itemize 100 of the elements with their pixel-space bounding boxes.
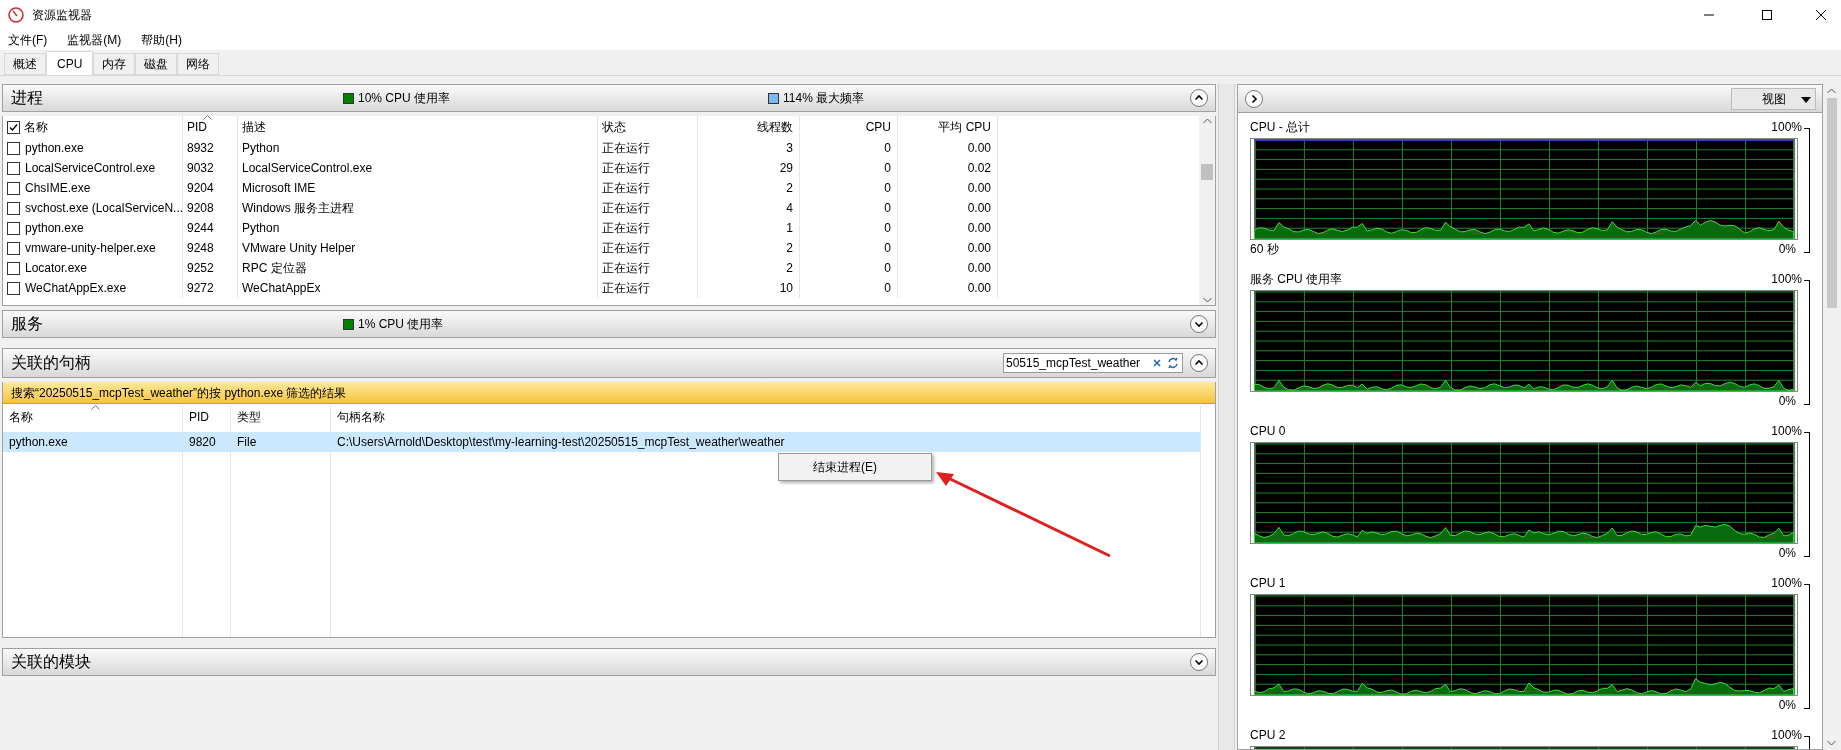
sort-caret-icon <box>203 115 212 120</box>
indicator-label: 1% CPU 使用率 <box>358 316 444 333</box>
table-cell-text: 正在运行 <box>602 140 650 157</box>
checkbox[interactable] <box>7 281 20 295</box>
section-header[interactable]: 服务 1% CPU 使用率 <box>2 310 1216 338</box>
axis-label: 100% <box>1771 423 1802 440</box>
section-header[interactable]: 关联的模块 <box>2 648 1216 676</box>
table-cell-text: RPC 定位器 <box>242 260 307 277</box>
tab[interactable]: 网络 <box>177 53 220 75</box>
graph-title: CPU 1 <box>1250 575 1286 592</box>
checkbox[interactable] <box>7 261 20 275</box>
column-header[interactable]: 线程数 <box>757 118 793 136</box>
table-cell-text: Microsoft IME <box>242 180 316 197</box>
collapse-icon[interactable] <box>1189 88 1209 108</box>
menu-item[interactable]: 文件(F) <box>4 31 52 49</box>
tab[interactable]: 概述 <box>4 53 46 75</box>
checkbox[interactable] <box>7 241 20 255</box>
column-header[interactable]: 平均 CPU <box>938 118 991 136</box>
tab[interactable]: 磁盘 <box>135 53 178 75</box>
close-icon[interactable] <box>1815 9 1827 21</box>
scroll-thumb[interactable] <box>1826 98 1837 308</box>
menu-item[interactable]: 帮助(H) <box>137 31 186 49</box>
column-header[interactable]: PID <box>187 118 207 136</box>
column-header[interactable]: 句柄名称 <box>337 408 385 426</box>
table-cell-text: 0 <box>884 240 891 257</box>
expand-icon[interactable] <box>1189 314 1209 334</box>
table-cell-text: 正在运行 <box>602 280 650 297</box>
graph-title: CPU 2 <box>1250 727 1286 744</box>
axis-label: 0% <box>1778 697 1796 714</box>
table-cell-text: 正在运行 <box>602 200 650 217</box>
table-cell-text: 0.02 <box>967 160 991 177</box>
table-cell-text: 0.00 <box>967 260 991 277</box>
checkbox[interactable] <box>7 161 20 175</box>
clear-icon[interactable] <box>1152 358 1162 368</box>
table-cell-text: 8932 <box>187 140 214 157</box>
tab[interactable]: CPU <box>46 51 94 75</box>
column-header[interactable]: 类型 <box>237 408 261 426</box>
table-cell-text: 29 <box>779 160 793 177</box>
checkbox[interactable] <box>7 181 20 195</box>
view-button[interactable]: 视图 <box>1731 87 1816 110</box>
table-cell-text: WeChatAppEx <box>242 280 321 297</box>
table-cell-text: 0 <box>884 260 891 277</box>
tab[interactable]: 内存 <box>93 53 136 75</box>
table-cell-text: 2 <box>786 180 793 197</box>
table-cell-text: 0.00 <box>967 200 991 217</box>
table-cell-text: 9208 <box>187 200 214 217</box>
table-cell-text: Locator.exe <box>25 260 88 277</box>
table-cell-text: 9248 <box>187 240 214 257</box>
checkbox[interactable] <box>7 221 20 235</box>
axis-label: 100% <box>1771 271 1802 288</box>
table-cell-text: 0 <box>884 160 891 177</box>
menu-item[interactable]: 结束进程(E) <box>779 456 931 478</box>
maximize-icon[interactable] <box>1761 9 1773 21</box>
column-header[interactable]: 名称 <box>9 408 33 426</box>
table-cell-text: Python <box>242 220 280 237</box>
column-header[interactable]: 状态 <box>602 118 626 136</box>
app-icon <box>8 7 24 23</box>
expand-icon[interactable] <box>1189 652 1209 672</box>
indicator-label: 114% 最大频率 <box>783 90 865 107</box>
sort-caret-icon <box>91 405 100 410</box>
menu-item[interactable]: 监视器(M) <box>63 31 126 49</box>
axis-label: 100% <box>1771 575 1802 592</box>
column-header[interactable]: 描述 <box>242 118 266 136</box>
table-row[interactable]: python.exe 9820 File C:\Users\Arnold\Desktop\test\my-learning-test\20250515_mcpTest_weather\weather <box>3 432 1201 452</box>
table-cell-text: C:\Users\Arnold\Desktop\test\my-learning-test\20250515_mcpTest_weather\weather <box>337 434 785 451</box>
checkbox[interactable] <box>7 141 20 155</box>
column-header[interactable]: 名称 <box>24 118 48 136</box>
search-field[interactable]: 50515_mcpTest_weather <box>1003 353 1183 373</box>
graph-title: CPU 0 <box>1250 423 1286 440</box>
collapse-icon[interactable] <box>1189 353 1209 373</box>
scrollbar[interactable] <box>1199 116 1215 305</box>
table-cell-text: LocalServiceControl.exe <box>242 160 373 177</box>
expand-icon[interactable] <box>1244 88 1264 109</box>
table-cell-text: vmware-unity-helper.exe <box>25 240 156 257</box>
table-cell-text: Python <box>242 140 280 157</box>
scroll-thumb[interactable] <box>1201 164 1213 180</box>
column-header[interactable]: CPU <box>865 118 891 136</box>
table-cell-text: 0 <box>884 280 891 297</box>
axis-label: 100% <box>1771 119 1802 136</box>
scrollbar[interactable] <box>1218 84 1235 750</box>
axis-label: 100% <box>1771 727 1802 744</box>
table-cell-text: 0.00 <box>967 240 991 257</box>
section-header[interactable]: 关联的句柄 50515_mcpTest_weather <box>2 348 1216 378</box>
checkbox[interactable] <box>7 201 20 215</box>
table-cell-text: svchost.exe (LocalServiceN... <box>25 200 184 217</box>
table-cell-text: 9252 <box>187 260 214 277</box>
table-cell-text: 0.00 <box>967 220 991 237</box>
table-cell-text: 9204 <box>187 180 214 197</box>
table-cell-text: 2 <box>786 260 793 277</box>
checkbox[interactable] <box>7 120 20 134</box>
table-cell-text: 9820 <box>189 434 216 451</box>
column-header[interactable]: PID <box>189 408 209 426</box>
table-cell-text: ChsIME.exe <box>25 180 91 197</box>
refresh-icon[interactable] <box>1166 356 1180 370</box>
section-header[interactable]: 进程 10% CPU 使用率 114% 最大频率 <box>2 84 1216 112</box>
table-cell-text: 正在运行 <box>602 240 650 257</box>
table-cell-text: python.exe <box>25 140 84 157</box>
axis-label: 0% <box>1778 241 1796 258</box>
table-cell-text: 1 <box>786 220 793 237</box>
table-cell-text: 4 <box>786 200 793 217</box>
